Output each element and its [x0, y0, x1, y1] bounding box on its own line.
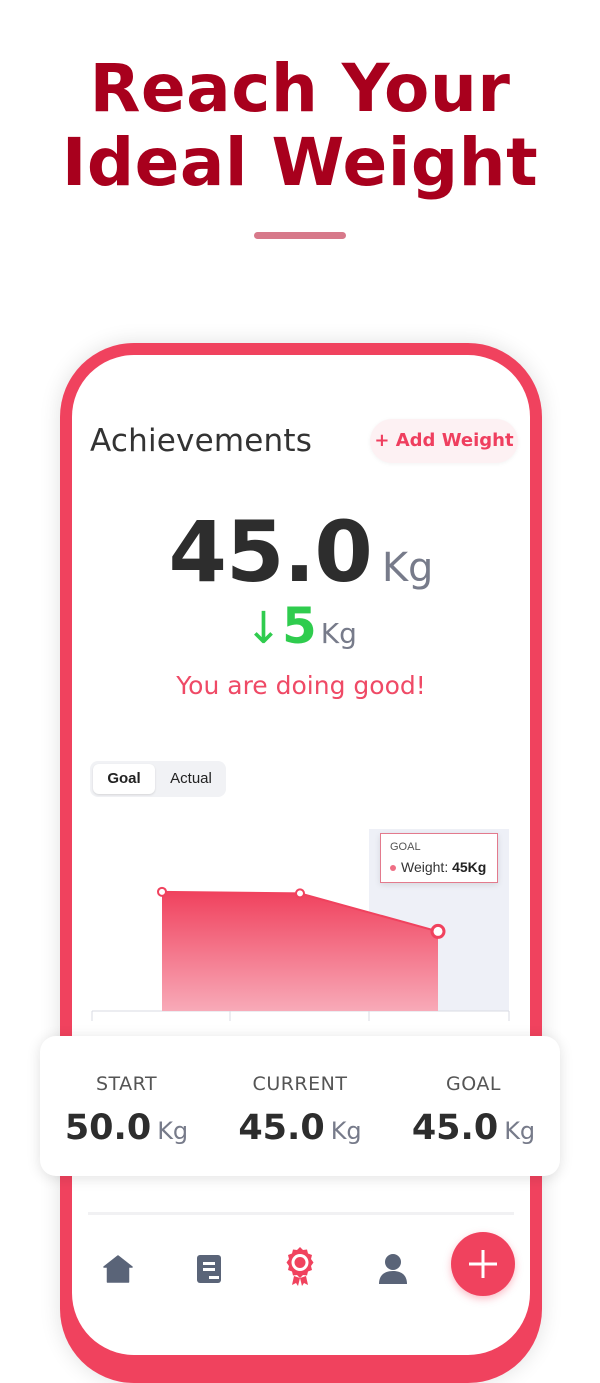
plus-icon [469, 1250, 497, 1278]
phone-screen: Achievements + Add Weight 45.0 Kg ↓5 Kg Yo… [72, 355, 530, 1355]
hero-title: Reach Your Ideal Weight [0, 52, 600, 200]
stat-start-number: 50.0 [64, 1108, 152, 1148]
stat-start-label: START [95, 1073, 158, 1095]
tooltip-label: Weight: [401, 859, 449, 875]
current-weight-unit: Kg [381, 545, 434, 591]
current-weight: 45.0 Kg [72, 503, 530, 601]
stat-start-unit: Kg [157, 1117, 189, 1145]
stat-goal-number: 45.0 [411, 1108, 499, 1148]
tooltip-title: GOAL [390, 841, 421, 853]
stat-goal-unit: Kg [504, 1117, 536, 1145]
stat-current-number: 45.0 [238, 1108, 325, 1148]
tooltip-line: Weight: 45Kg [390, 859, 486, 875]
current-weight-value: 45.0 [168, 503, 373, 601]
stats-card: START 50.0 Kg CURRENT 45.0 Kg GOAL 45.0 Kg [40, 1036, 560, 1176]
stat-goal-label: GOAL [446, 1073, 501, 1095]
chart-point[interactable] [430, 923, 446, 939]
chart-point[interactable] [295, 888, 305, 899]
stat-goal-value: 45.0 Kg [387, 1108, 560, 1148]
journal-icon[interactable] [196, 1254, 222, 1284]
status-message: You are doing good! [176, 671, 426, 700]
home-icon[interactable] [102, 1253, 134, 1285]
stat-current-label: CURRENT [252, 1073, 348, 1095]
stat-start-value: 50.0 Kg [40, 1108, 213, 1148]
achievements-title: Achievements [90, 423, 313, 459]
chart-toggle: Goal Actual [90, 761, 226, 797]
delta-unit: Kg [320, 617, 357, 650]
tooltip-value: 45Kg [452, 859, 487, 875]
hero-title-line1: Reach Your [89, 50, 511, 127]
hero-divider [254, 232, 346, 239]
weight-delta: ↓5 Kg [72, 597, 530, 655]
achievement-icon[interactable] [285, 1246, 315, 1286]
add-weight-button[interactable]: + Add Weight [370, 419, 518, 463]
add-entry-button[interactable] [451, 1232, 515, 1296]
profile-icon[interactable] [378, 1253, 408, 1285]
chart-point[interactable] [157, 886, 167, 897]
chart-tooltip: GOAL Weight: 45Kg [380, 833, 498, 883]
stat-start: START 50.0 Kg [40, 1036, 213, 1176]
arrow-down-icon: ↓ [245, 603, 282, 654]
toggle-goal[interactable]: Goal [93, 764, 155, 794]
tooltip-dot [390, 865, 396, 872]
toggle-actual[interactable]: Actual [160, 764, 222, 794]
stat-current-value: 45.0 Kg [213, 1108, 387, 1148]
hero-title-line2: Ideal Weight [61, 124, 539, 201]
stat-goal: GOAL 45.0 Kg [387, 1036, 560, 1176]
stat-current-unit: Kg [330, 1117, 362, 1145]
stat-current: CURRENT 45.0 Kg [213, 1036, 387, 1176]
delta-value: 5 [281, 597, 317, 655]
